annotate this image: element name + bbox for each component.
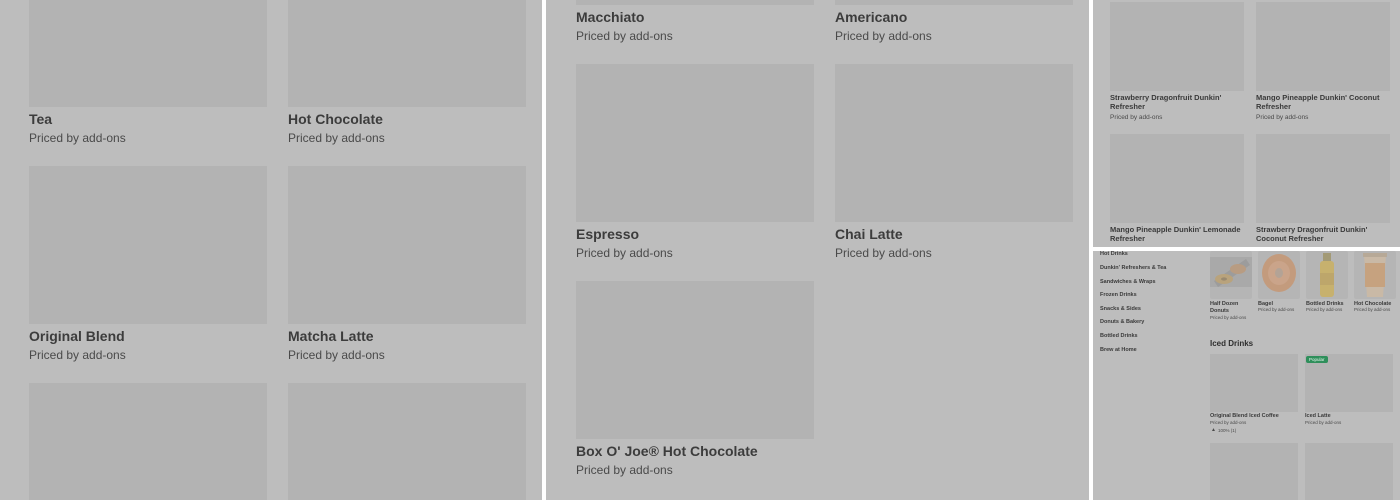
item-price-half-dozen-donuts: Priced by add-ons (1210, 315, 1247, 320)
donut-box-icon (1210, 257, 1252, 287)
item-image-matcha-latte[interactable] (288, 166, 526, 324)
item-price-mango-pineapple-coconut-refresher: Priced by add-ons (1256, 114, 1309, 121)
item-image-box-o-joe-hot-chocolate[interactable] (576, 281, 814, 439)
item-name-strawberry-dragonfruit-refresher[interactable]: Strawberry Dragonfruit Dunkin' Refresher (1110, 93, 1246, 111)
item-image-original-blend-iced-coffee[interactable] (1210, 354, 1298, 412)
item-name-iced-latte[interactable]: Iced Latte (1305, 413, 1331, 420)
item-image-macchiato[interactable] (576, 0, 814, 5)
item-name-americano[interactable]: Americano (835, 9, 907, 25)
bottle-icon (1320, 253, 1334, 297)
item-price-iced-latte: Priced by add-ons (1305, 420, 1342, 425)
item-image-bottled-drinks[interactable] (1306, 251, 1348, 299)
item-image-americano[interactable] (835, 0, 1073, 5)
popular-badge: Popular (1306, 356, 1328, 363)
item-name-hot-chocolate[interactable]: Hot Chocolate (288, 111, 383, 127)
menu-panel-hot-drinks-a: Tea Priced by add-ons Hot Chocolate Pric… (0, 0, 542, 500)
item-image-espresso[interactable] (576, 64, 814, 222)
item-price-strawberry-dragonfruit-refresher: Priced by add-ons (1110, 114, 1163, 121)
item-name-original-blend[interactable]: Original Blend (29, 328, 125, 344)
item-image-tea[interactable] (29, 0, 267, 107)
item-name-original-blend-iced-coffee[interactable]: Original Blend Iced Coffee (1210, 413, 1279, 420)
item-image-bagel[interactable] (1258, 251, 1300, 299)
item-image-strawberry-dragonfruit-coconut-refresher[interactable] (1256, 134, 1390, 223)
item-image-mango-pineapple-lemonade-refresher[interactable] (1110, 134, 1244, 223)
item-name-half-dozen-donuts[interactable]: Half Dozen Donuts (1210, 301, 1252, 314)
nav-item-sandwiches-wraps[interactable]: Sandwiches & Wraps (1100, 279, 1156, 285)
item-image-chai-latte[interactable] (835, 64, 1073, 222)
item-price-original-blend: Priced by add-ons (29, 348, 126, 362)
thumbs-up-icon: ▲ (1211, 427, 1216, 433)
section-title-iced-drinks: Iced Drinks (1210, 339, 1254, 348)
item-price-espresso: Priced by add-ons (576, 246, 673, 260)
item-price-bagel: Priced by add-ons (1258, 307, 1295, 312)
nav-item-frozen-drinks[interactable]: Frozen Drinks (1100, 292, 1137, 298)
item-image-strawberry-dragonfruit-refresher[interactable] (1110, 2, 1244, 91)
item-price-original-blend-iced-coffee: Priced by add-ons (1210, 420, 1247, 425)
nav-item-donuts-bakery[interactable]: Donuts & Bakery (1100, 319, 1144, 325)
item-image-original-blend[interactable] (29, 166, 267, 324)
menu-panel-category-view: Hot Drinks Dunkin' Refreshers & Tea Sand… (1093, 251, 1400, 500)
item-name-tea[interactable]: Tea (29, 111, 52, 127)
item-price-hot-chocolate: Priced by add-ons (288, 131, 385, 145)
item-name-mango-pineapple-lemonade-refresher[interactable]: Mango Pineapple Dunkin' Lemonade Refresh… (1110, 225, 1246, 243)
item-image-next-iced-right[interactable] (1305, 443, 1393, 500)
menu-panel-hot-drinks-b: Macchiato Priced by add-ons Americano Pr… (546, 0, 1089, 500)
nav-item-snacks-sides[interactable]: Snacks & Sides (1100, 306, 1141, 312)
item-image-mango-pineapple-coconut-refresher[interactable] (1256, 2, 1390, 91)
item-price-macchiato: Priced by add-ons (576, 29, 673, 43)
rating-original-blend-iced-coffee: ▲ 100% (1) (1211, 427, 1236, 433)
item-price-bottled-drinks: Priced by add-ons (1306, 307, 1343, 312)
item-image-hot-chocolate[interactable] (288, 0, 526, 107)
item-image-next-left[interactable] (29, 383, 267, 500)
nav-item-hot-drinks[interactable]: Hot Drinks (1100, 251, 1128, 257)
item-image-next-iced-left[interactable] (1210, 443, 1298, 500)
item-name-espresso[interactable]: Espresso (576, 226, 639, 242)
item-price-tea: Priced by add-ons (29, 131, 126, 145)
item-price-americano: Priced by add-ons (835, 29, 932, 43)
item-price-matcha-latte: Priced by add-ons (288, 348, 385, 362)
nav-item-bottled-drinks[interactable]: Bottled Drinks (1100, 333, 1138, 339)
item-image-hot-chocolate[interactable] (1354, 251, 1396, 299)
item-image-half-dozen-donuts[interactable] (1210, 251, 1252, 299)
item-name-mango-pineapple-coconut-refresher[interactable]: Mango Pineapple Dunkin' Coconut Refreshe… (1256, 93, 1392, 111)
item-name-chai-latte[interactable]: Chai Latte (835, 226, 903, 242)
item-image-next-right[interactable] (288, 383, 526, 500)
item-name-macchiato[interactable]: Macchiato (576, 9, 644, 25)
nav-item-brew-at-home[interactable]: Brew at Home (1100, 347, 1137, 353)
item-name-strawberry-dragonfruit-coconut-refresher[interactable]: Strawberry Dragonfruit Dunkin' Coconut R… (1256, 225, 1392, 243)
rating-text: 100% (1) (1217, 427, 1237, 433)
item-name-matcha-latte[interactable]: Matcha Latte (288, 328, 374, 344)
menu-panel-refreshers: Strawberry Dragonfruit Dunkin' Refresher… (1093, 0, 1400, 247)
item-name-box-o-joe-hot-chocolate[interactable]: Box O' Joe® Hot Chocolate (576, 443, 758, 459)
item-price-hot-chocolate-small: Priced by add-ons (1354, 307, 1391, 312)
item-price-chai-latte: Priced by add-ons (835, 246, 932, 260)
bagel-icon (1262, 254, 1296, 292)
item-price-box-o-joe-hot-chocolate: Priced by add-ons (576, 463, 673, 477)
nav-item-refreshers-tea[interactable]: Dunkin' Refreshers & Tea (1100, 265, 1166, 271)
cup-icon (1363, 253, 1387, 297)
